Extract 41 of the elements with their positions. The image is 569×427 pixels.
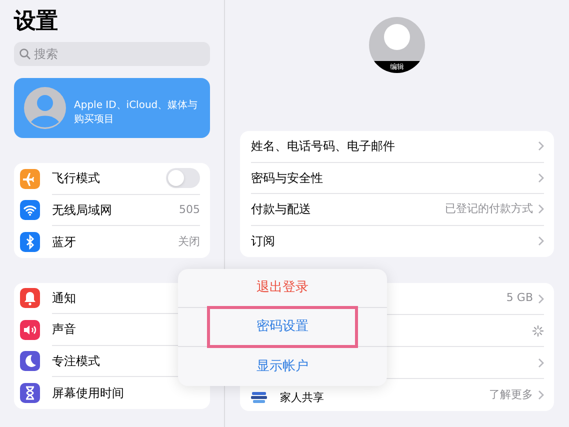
search-icon [19,48,31,60]
search-input[interactable]: 搜索 [34,45,194,63]
row-label: 无线局域网 [52,202,113,219]
settings-row[interactable]: 蓝牙 关闭 [14,226,210,258]
chevron-icon [538,141,544,152]
row-value: 已登记的付款方式 [445,201,533,217]
row-value: 了解更多 [489,386,533,403]
row-label: 屏幕使用时间 [52,384,125,402]
page-title: 设置 [14,8,59,36]
chevron-icon [538,204,544,214]
row-label: 专注模式 [52,352,101,370]
chevron-icon [538,236,544,246]
row-label: 通知 [52,290,77,307]
settings-row[interactable]: 屏幕使用时间 [14,377,210,408]
row-label: 姓名、电话号码、电子邮件 [251,138,395,156]
row-label: 付款与配送 [251,201,311,218]
search-field[interactable]: 搜索 [14,42,210,66]
menu-item[interactable]: 密码设置 [207,306,358,348]
row-label: 声音 [52,321,77,338]
spinner-icon [532,324,544,336]
row-label: 家人共享 [280,390,324,406]
settings-row[interactable]: 飞行模式 [14,163,210,194]
settings-row[interactable]: 姓名、电话号码、电子邮件 [240,131,554,162]
settings-row[interactable]: 无线局域网 505 [14,194,210,226]
chevron-icon [538,294,544,304]
settings-row[interactable]: 订阅 [240,226,554,257]
chevron-icon [538,358,544,368]
row-value: 505 [179,202,200,218]
settings-row[interactable]: 密码与安全性 [240,162,554,194]
row-label: 订阅 [251,233,275,250]
account-label: Apple ID、iCloud、媒体与购买项目 [74,99,199,127]
row-value: 关闭 [178,234,200,250]
row-label: 飞行模式 [52,170,101,188]
avatar-icon [24,87,66,129]
row-label: 蓝牙 [52,234,77,251]
chevron-icon [538,172,544,183]
chevron-icon [538,390,544,400]
row-value: 5 GB [506,290,533,306]
toggle-switch[interactable] [166,168,200,188]
row-label: 密码与安全性 [251,170,323,187]
settings-row[interactable]: 付款与配送 已登记的付款方式 [240,194,554,226]
